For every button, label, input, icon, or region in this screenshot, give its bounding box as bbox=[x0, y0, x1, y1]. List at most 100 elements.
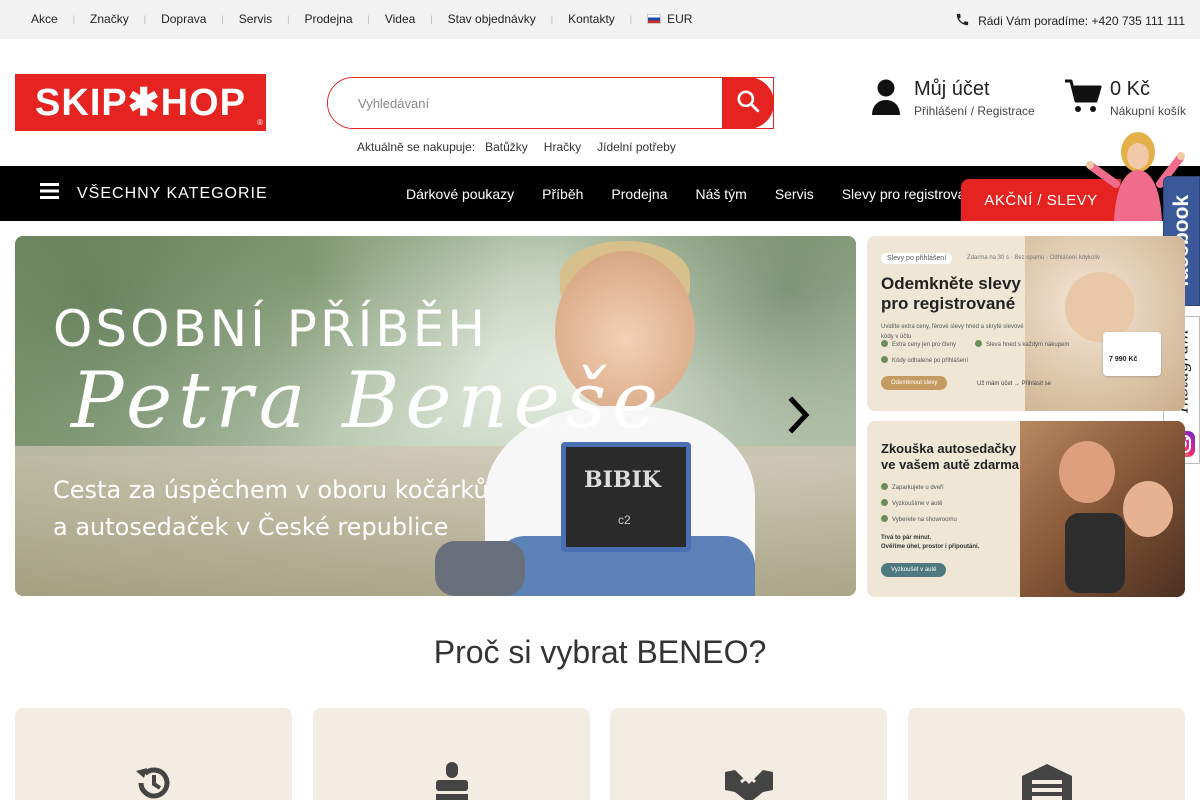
banner1-bullet: Extra ceny jen pro členy bbox=[881, 340, 956, 350]
currency-switcher[interactable]: EUR bbox=[647, 12, 692, 26]
feature-card bbox=[15, 708, 292, 800]
banner1-bullet-text: Extra ceny jen pro členy bbox=[892, 342, 957, 348]
cart-link[interactable]: 0 Kč Nákupní košík bbox=[1064, 78, 1186, 119]
search-box bbox=[327, 77, 774, 129]
hero-subtitle: Cesta za úspěchem v oboru kočárků a auto… bbox=[53, 472, 489, 546]
banner1-bullet-text: Kódy odhalené po přihlášení bbox=[892, 358, 969, 364]
hero-subtitle-line2: a autosedaček v České republice bbox=[53, 513, 449, 541]
banner1-bullet: Kódy odhalené po přihlášení bbox=[881, 356, 968, 366]
why-title: Proč si vybrat BENEO? bbox=[433, 634, 767, 670]
handshake-icon bbox=[723, 762, 775, 800]
account-title: Můj účet bbox=[914, 78, 990, 100]
banner1-login-link[interactable]: Už mám účet → Přihlásit se bbox=[977, 381, 1051, 387]
top-nav-stav-objednavky[interactable]: Stav objednávky bbox=[448, 12, 536, 26]
popular-tag[interactable]: Hračky bbox=[544, 140, 581, 154]
banner2-heading-line2: ve vašem autě zdarma bbox=[881, 457, 1020, 472]
history-icon bbox=[133, 762, 175, 800]
logo-registered-mark: ® bbox=[257, 118, 263, 127]
banner1-button[interactable]: Odemknout slevy bbox=[881, 376, 948, 390]
banner2-child-photo bbox=[1123, 481, 1173, 537]
nav-separator: | bbox=[367, 14, 370, 24]
banner2-bullet: Zaparkujete u dveří bbox=[881, 483, 944, 493]
account-link[interactable]: Můj účet Přihlášení / Registrace bbox=[870, 78, 1035, 121]
feature-card bbox=[313, 708, 590, 800]
banner1-heading-line1: Odemkněte slevy bbox=[881, 274, 1021, 293]
all-categories-button[interactable]: VŠECHNY KATEGORIE bbox=[40, 166, 268, 221]
hero-script-title: Petra Beneše bbox=[71, 356, 665, 446]
account-subtitle: Přihlášení / Registrace bbox=[914, 104, 1035, 118]
banner2-bullet-text: Zaparkujete u dveří bbox=[892, 485, 944, 491]
banner-car-seat-trial[interactable]: Zkouška autosedačky ve vašem autě zdarma… bbox=[867, 421, 1185, 597]
top-nav-prodejna[interactable]: Prodejna bbox=[304, 12, 352, 26]
search-icon bbox=[735, 88, 761, 119]
popular-tag[interactable]: Batůžky bbox=[485, 140, 528, 154]
nav-separator: | bbox=[287, 14, 290, 24]
top-nav-doprava[interactable]: Doprava bbox=[161, 12, 206, 26]
top-bar: Akce | Značky | Doprava | Servis | Prode… bbox=[0, 0, 1200, 39]
cat-nav-prodejna[interactable]: Prodejna bbox=[611, 186, 667, 202]
popular-tag[interactable]: Jídelní potřeby bbox=[597, 140, 676, 154]
site-logo[interactable]: SKIP✱HOP ® bbox=[15, 74, 266, 131]
all-categories-label: VŠECHNY KATEGORIE bbox=[77, 184, 268, 202]
popular-label: Aktuálně se nakupuje: bbox=[357, 140, 476, 154]
nav-separator: | bbox=[550, 14, 554, 24]
nav-separator: | bbox=[143, 14, 147, 24]
cart-label: Nákupní košík bbox=[1110, 104, 1187, 118]
bullet-icon bbox=[881, 340, 888, 347]
bullet-icon bbox=[881, 499, 888, 506]
banner2-bullet-text: Vyzkoušíme v autě bbox=[892, 501, 943, 507]
banner2-car-seat bbox=[1065, 513, 1125, 593]
cat-nav-slevy-pro-registrovane[interactable]: Slevy pro registrova bbox=[842, 186, 966, 202]
banner1-price-card: 7 990 Kč bbox=[1103, 332, 1161, 376]
chalkboard-text: BIBIK bbox=[584, 467, 661, 493]
banner2-mother-photo bbox=[1059, 441, 1115, 503]
nav-separator: | bbox=[430, 14, 433, 24]
nav-separator: | bbox=[221, 14, 224, 24]
top-nav-kontakty[interactable]: Kontakty bbox=[568, 12, 615, 26]
cat-nav-servis[interactable]: Servis bbox=[775, 186, 814, 202]
banner1-bullet: Sleva hned s každým nákupem bbox=[975, 340, 1069, 350]
banner1-bullet-text: Sleva hned s každým nákupem bbox=[986, 342, 1070, 348]
hero-subtitle-line1: Cesta za úspěchem v oboru kočárků bbox=[53, 476, 489, 504]
banner2-heading: Zkouška autosedačky ve vašem autě zdarma bbox=[881, 441, 1019, 473]
banner-registration-discounts[interactable]: 7 990 Kč Slevy po přihlášení Zdarma na 3… bbox=[867, 236, 1185, 411]
child-shoe bbox=[435, 541, 525, 596]
banner2-bullet: Vyzkoušíme v autě bbox=[881, 499, 942, 509]
nav-separator: | bbox=[72, 14, 76, 24]
top-nav-akce[interactable]: Akce bbox=[31, 12, 58, 26]
banner2-heading-line1: Zkouška autosedačky bbox=[881, 441, 1017, 456]
banner1-text: Uvidíte extra ceny, férové slevy hned a … bbox=[881, 324, 1024, 340]
chalkboard-small-text: c2 bbox=[618, 513, 631, 527]
top-nav-videa[interactable]: Videa bbox=[385, 12, 415, 26]
category-nav: Dárkové poukazy Příběh Prodejna Náš tým … bbox=[406, 166, 993, 221]
top-nav-servis[interactable]: Servis bbox=[239, 12, 272, 26]
hero-slider[interactable]: BIBIK c2 OSOBNÍ PŘÍBĚH Petra Beneše Cest… bbox=[15, 236, 856, 596]
cat-nav-nas-tym[interactable]: Náš tým bbox=[695, 186, 746, 202]
top-nav: Akce | Značky | Doprava | Servis | Prode… bbox=[31, 12, 692, 26]
search-input[interactable] bbox=[328, 78, 773, 128]
cart-icon bbox=[1064, 78, 1102, 119]
search-button[interactable] bbox=[722, 77, 774, 129]
banner2-bullet: Vyberete na showroomu bbox=[881, 515, 957, 525]
popular-searches: Aktuálně se nakupuje: Batůžky Hračky Jíd… bbox=[357, 140, 692, 154]
banner2-bullet-text: Vyberete na showroomu bbox=[892, 517, 957, 523]
top-nav-znacky[interactable]: Značky bbox=[90, 12, 129, 26]
banner2-button[interactable]: Vyzkoušet v autě bbox=[881, 563, 947, 577]
cart-total: 0 Kč bbox=[1110, 78, 1151, 100]
currency-label: EUR bbox=[667, 12, 693, 26]
hero-title: OSOBNÍ PŘÍBĚH bbox=[53, 300, 488, 358]
logo-text: SKIP✱HOP bbox=[35, 82, 246, 124]
feature-card bbox=[610, 708, 887, 800]
bullet-icon bbox=[881, 483, 888, 490]
contact-text: Rádi Vám poradíme: +420 735 111 111 bbox=[978, 14, 1185, 28]
banner1-pill: Slevy po přihlášení bbox=[881, 253, 953, 264]
cat-nav-darkove-poukazy[interactable]: Dárkové poukazy bbox=[406, 186, 514, 202]
chalkboard: BIBIK c2 bbox=[561, 442, 691, 552]
next-slide-arrow-icon[interactable] bbox=[787, 396, 811, 439]
cat-nav-pribeh[interactable]: Příběh bbox=[542, 186, 583, 202]
slovak-flag-icon bbox=[647, 14, 662, 24]
phone-icon bbox=[955, 12, 970, 30]
stamp-icon bbox=[431, 762, 473, 800]
banner1-price: 7 990 Kč bbox=[1109, 356, 1138, 363]
bullet-icon bbox=[881, 356, 888, 363]
